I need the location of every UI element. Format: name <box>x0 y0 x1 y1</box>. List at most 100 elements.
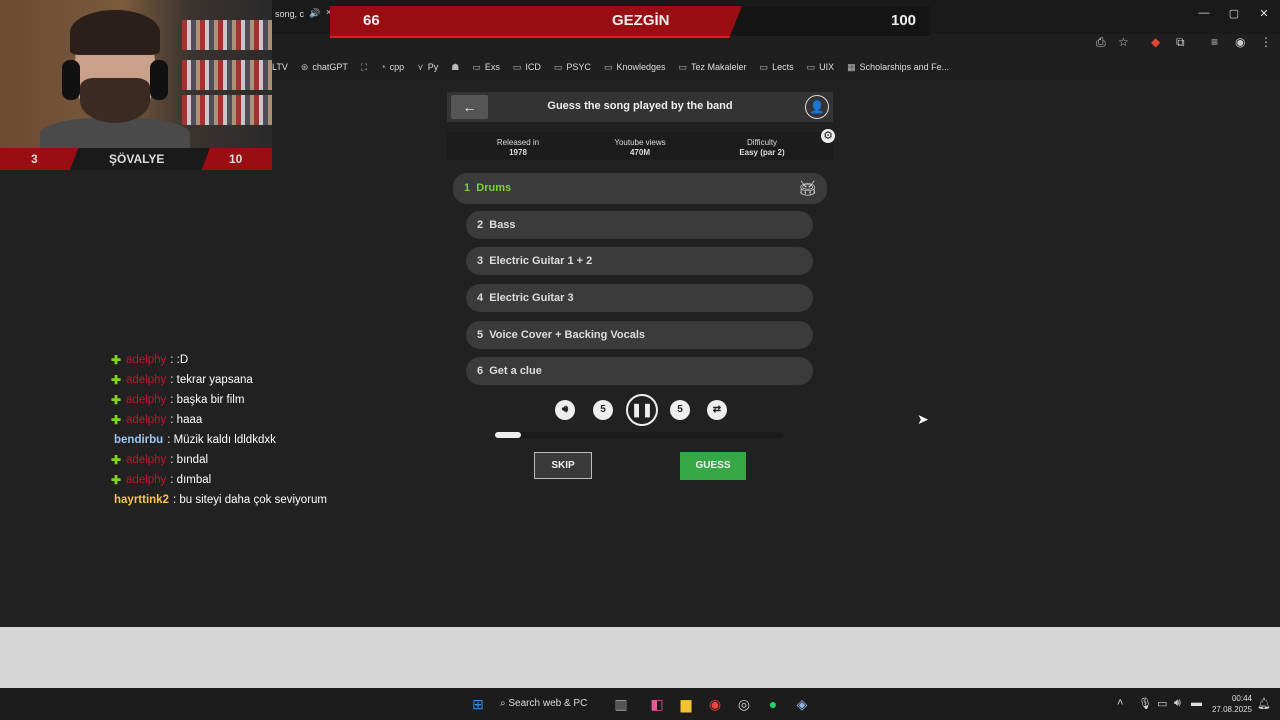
bookmark-item[interactable]: ▭ Exs <box>472 62 500 73</box>
chat-message: ✚ adelphy: :D <box>110 350 327 370</box>
bookmark-item[interactable]: ☗ <box>451 62 459 73</box>
chrome-icon[interactable]: ◉ <box>706 696 724 713</box>
chat-message: ✚ adelphy: bındal <box>110 450 327 470</box>
steam-icon[interactable]: ◈ <box>793 696 811 713</box>
folder-icon: ▭ <box>472 61 481 72</box>
battery-icon[interactable]: ▬ <box>1191 697 1202 709</box>
lower-strip <box>0 627 1280 688</box>
banner-right-score: 100 <box>891 12 917 29</box>
bookshelf <box>182 95 272 125</box>
track-6[interactable]: 6 Get a clue <box>466 357 813 385</box>
chat-username[interactable]: adelphy <box>126 374 166 386</box>
install-icon[interactable]: ⎙ <box>1096 35 1106 50</box>
bookmark-item[interactable]: ⋎ Py <box>417 62 438 73</box>
banner-red-section <box>330 6 750 38</box>
bookmark-item[interactable]: ▭ Lects <box>760 62 794 73</box>
repeat-icon[interactable]: ⇄ <box>707 400 727 420</box>
maximize-icon[interactable]: ▢ <box>1224 7 1244 20</box>
bookmark-item[interactable]: LTV <box>272 62 288 72</box>
settings-icon[interactable]: ⚙ <box>821 129 835 143</box>
skip-button[interactable]: SKIP <box>534 452 592 479</box>
windows-start-icon[interactable]: ⊞ <box>469 696 487 713</box>
banner-left-score: 66 <box>363 12 380 29</box>
bookmark-item[interactable]: ▭ PSYC <box>554 62 591 73</box>
menu-icon[interactable]: ⋮ <box>1260 35 1272 49</box>
chat-username[interactable]: adelphy <box>126 394 166 406</box>
banner-title: GEZGİN <box>612 12 670 29</box>
chat-badge-icon: ✚ <box>110 453 122 467</box>
track-5[interactable]: 5 Voice Cover + Backing Vocals <box>466 321 813 349</box>
folder-icon: ☗ <box>451 61 460 72</box>
media-icon[interactable]: ≡ <box>1211 35 1218 49</box>
profile-button[interactable]: 👤 <box>805 95 829 119</box>
track-4[interactable]: 4 Electric Guitar 3 <box>466 284 813 312</box>
bookmark-item[interactable]: ▭ Knowledges <box>604 62 666 73</box>
tray-chevron-icon[interactable]: ˄ <box>1117 697 1123 709</box>
file-explorer-icon[interactable]: ▆ <box>677 696 695 713</box>
bookmark-item[interactable]: ▦ Scholarships and Fe... <box>847 62 949 73</box>
display-icon[interactable]: ▭ <box>1157 697 1167 710</box>
widget-icon[interactable]: ▥ <box>612 696 630 713</box>
profile-icon[interactable]: ◉ <box>1235 35 1245 49</box>
track-name: Drums <box>476 182 512 194</box>
app-circle-icon[interactable]: ◎ <box>735 696 753 713</box>
bookmark-item[interactable]: ▭ ICD <box>513 62 541 73</box>
webcam-score-bar: 3 ŞÖVALYE 10 <box>0 148 272 170</box>
chat-username[interactable]: bendirbu <box>114 434 163 446</box>
spotify-icon[interactable]: ● <box>764 696 782 712</box>
rewind-icon[interactable]: 5 <box>593 400 613 420</box>
notification-icon[interactable]: 🔔︎ <box>1257 697 1271 710</box>
bookmark-label: ICD <box>525 62 541 72</box>
microphone-icon[interactable]: 🎙︎ <box>1138 697 1152 710</box>
bookmark-label: UIX <box>819 62 835 72</box>
back-button[interactable]: ← <box>451 95 488 119</box>
app-icon[interactable]: ◧ <box>648 696 666 713</box>
minimize-icon[interactable]: — <box>1194 7 1214 19</box>
clock-time: 00:44 <box>1231 694 1252 703</box>
extension-red-icon[interactable]: ◆ <box>1151 35 1160 49</box>
volume-tray-icon[interactable]: 🔊︎ <box>1174 697 1181 710</box>
chat-username[interactable]: hayrttink2 <box>114 494 169 506</box>
speaker-icon[interactable]: 🔊 <box>309 8 320 19</box>
chat-username[interactable]: adelphy <box>126 474 166 486</box>
star-icon[interactable]: ☆ <box>1118 35 1129 49</box>
bookmark-item[interactable]: ⛶ <box>361 62 367 73</box>
bookmark-item[interactable]: ▭ UIX <box>807 62 835 73</box>
clock[interactable]: 00:44 27.08.2025 <box>1210 693 1252 715</box>
game-header: ← Guess the song played by the band 👤 <box>447 92 833 122</box>
streamer-hair <box>70 10 160 55</box>
webcam-right-value: 10 <box>229 152 243 166</box>
chat-text: : başka bir film <box>170 394 245 406</box>
bookmark-item[interactable]: ▭ Tez Makaleler <box>679 62 747 73</box>
chat-username[interactable]: adelphy <box>126 354 166 366</box>
bookmark-item[interactable]: ◔ cpp <box>380 62 404 72</box>
bookmark-item[interactable]: ⊛ chatGPT <box>301 62 348 73</box>
bookmark-label: Lects <box>772 62 794 72</box>
stat-label: Released in <box>496 138 540 147</box>
chat-text: : tekrar yapsana <box>170 374 253 386</box>
folder-icon: ⋎ <box>417 61 424 72</box>
guess-button[interactable]: GUESS <box>680 452 746 480</box>
clock-date: 27.08.2025 <box>1211 705 1252 714</box>
track-2[interactable]: 2 Bass <box>466 211 813 239</box>
track-3[interactable]: 3 Electric Guitar 1 + 2 <box>466 247 813 275</box>
tab-title[interactable]: song, c <box>275 9 304 19</box>
taskbar-search[interactable]: ⌕ Search web & PC <box>494 694 600 714</box>
bookmarks-bar: LTV ⊛ chatGPT ⛶ ◔ cpp ⋎ Py ☗ ▭ Exs ▭ ICD ▭ PSYC ▭ Knowle… <box>272 58 949 76</box>
chat-text: : bu siteyi daha çok seviyorum <box>172 494 328 506</box>
track-label: 5 Voice Cover + Backing Vocals <box>477 329 645 341</box>
bookmark-label: Exs <box>484 62 500 72</box>
pause-icon[interactable]: ❚❚ <box>626 394 658 426</box>
headset-right <box>150 60 168 100</box>
chat-username[interactable]: adelphy <box>126 454 166 466</box>
chat-username[interactable]: adelphy <box>126 414 166 426</box>
volume-icon[interactable]: 🔊︎ <box>555 400 575 420</box>
puzzle-icon[interactable]: ⧉ <box>1176 35 1185 50</box>
track-name: Bass <box>489 219 516 231</box>
close-window-icon[interactable]: ✕ <box>1254 7 1274 20</box>
forward-icon[interactable]: 5 <box>670 400 690 420</box>
track-name: Electric Guitar 3 <box>489 292 574 304</box>
progress-bar[interactable] <box>495 432 784 438</box>
stat-released: Released in 1978 <box>485 138 551 158</box>
track-1[interactable]: 1 Drums 🥁︎ <box>453 173 827 204</box>
